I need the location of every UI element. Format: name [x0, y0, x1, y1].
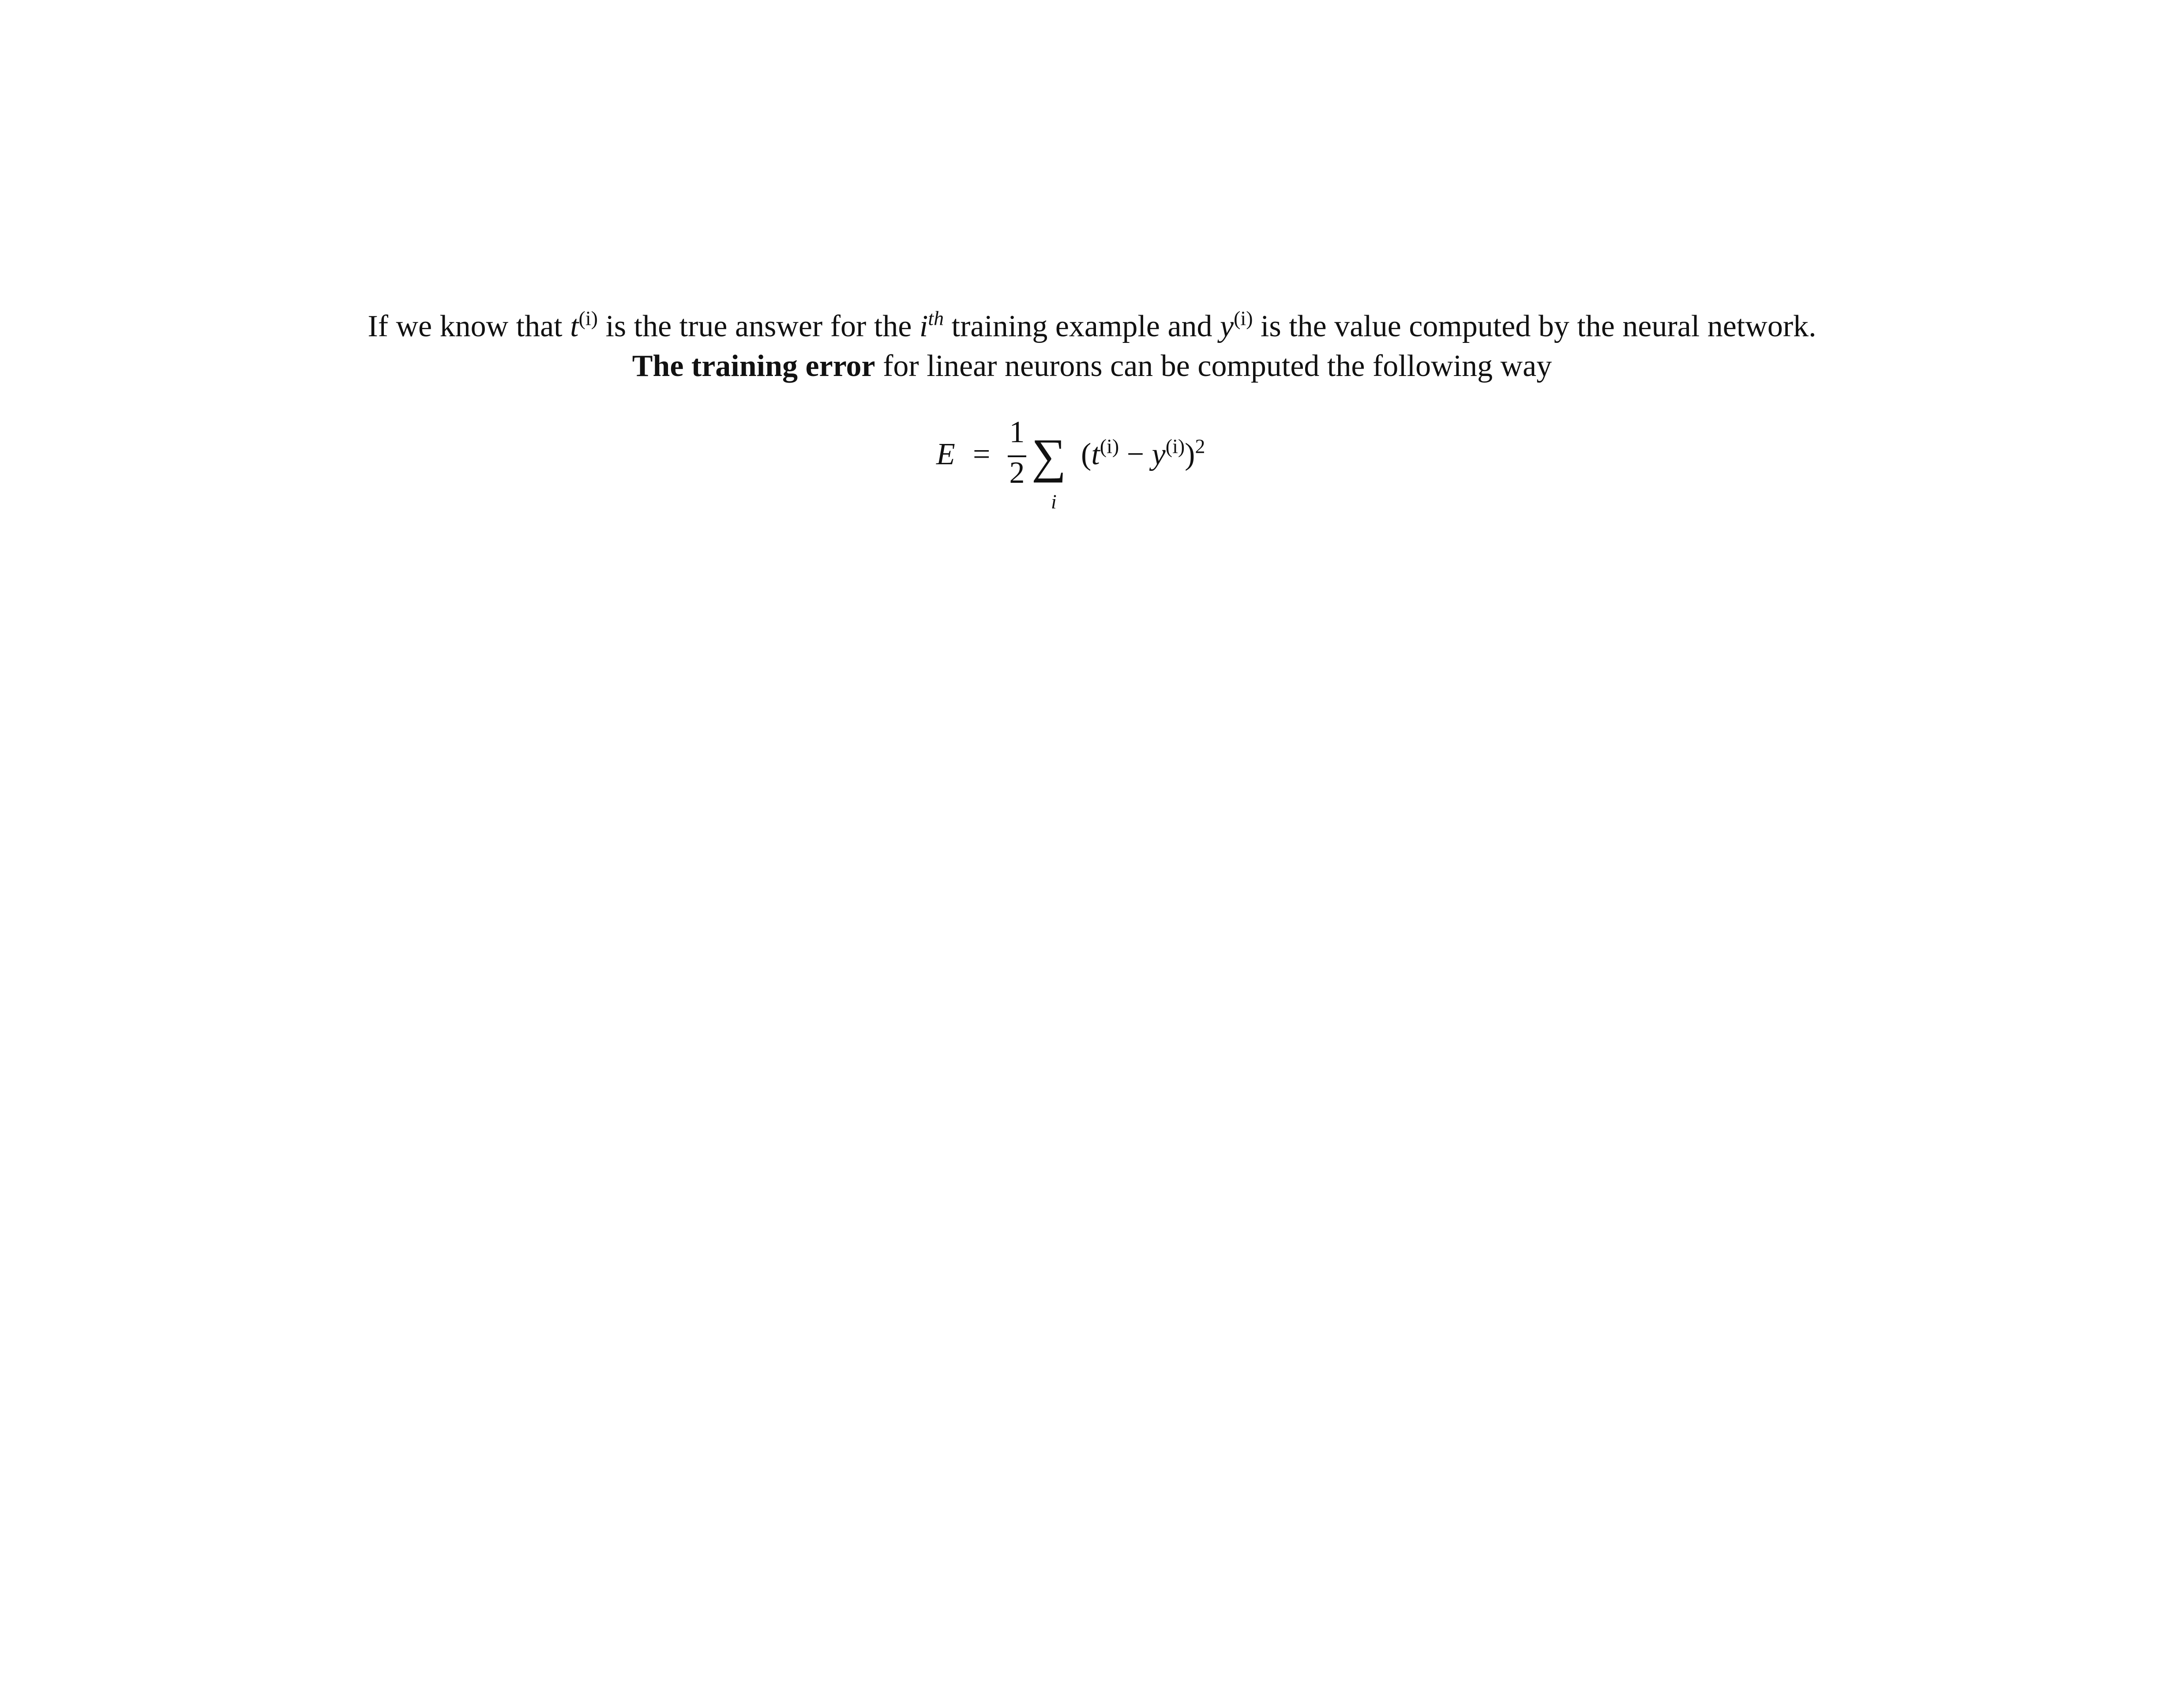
text: is the true answer for the [597, 309, 919, 343]
training-error-sentence: The training error for linear neurons ca… [0, 349, 2184, 384]
superscript-i: (i) [578, 307, 598, 330]
var-i: i [919, 309, 928, 343]
sum-body: (t(i) − y(i))2 [1081, 435, 1205, 472]
power: 2 [1195, 435, 1205, 458]
text: for linear neurons can be computed the f… [875, 349, 1552, 383]
superscript-i: (i) [1234, 307, 1253, 330]
superscript-i: (i) [1165, 435, 1185, 458]
var-t: t [1091, 437, 1100, 471]
var-y: y [1220, 309, 1234, 343]
sum-index: i [1051, 490, 1057, 513]
text: If we know that [368, 309, 570, 343]
bold-term: The training error [632, 349, 875, 383]
lhs-E: E [936, 437, 955, 471]
text: is the value computed by the neural netw… [1253, 309, 1816, 343]
superscript-th: th [928, 307, 944, 330]
var-t: t [570, 309, 579, 343]
minus: − [1119, 437, 1152, 471]
intro-sentence: If we know that t(i) is the true answer … [0, 307, 2184, 344]
var-y: y [1152, 437, 1166, 471]
error-equation: E = 1 2 ∑ i (t(i) − y(i))2 [931, 415, 1266, 516]
denominator: 2 [1009, 456, 1025, 490]
equals-sign: = [973, 437, 991, 471]
text: training example and [944, 309, 1220, 343]
paren: ( [1081, 437, 1092, 471]
paren: ) [1185, 437, 1195, 471]
sum-symbol: ∑ [1032, 429, 1066, 483]
superscript-i: (i) [1100, 435, 1119, 458]
numerator: 1 [1009, 415, 1025, 449]
